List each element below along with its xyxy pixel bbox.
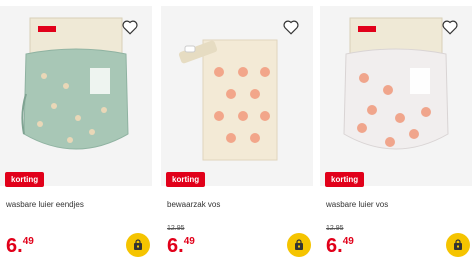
product-card[interactable]: korting wasbare luier eendjes 6.49 — [0, 0, 152, 268]
product-name[interactable]: bewaarzak vos — [167, 200, 220, 209]
old-price: 12.95 — [167, 225, 185, 232]
product-image-tile[interactable]: korting — [0, 6, 152, 187]
add-to-cart-button[interactable] — [287, 233, 311, 257]
wet-bag-foxes-image — [178, 39, 278, 161]
product-price: 6.49 — [326, 235, 354, 257]
product-image-tile[interactable]: korting — [320, 6, 472, 187]
product-name[interactable]: wasbare luier vos — [326, 200, 388, 209]
shopping-bag-icon — [134, 239, 142, 250]
heart-icon[interactable] — [281, 18, 301, 38]
diaper-ducks-image — [21, 17, 129, 150]
product-price: 6.49 — [167, 235, 195, 257]
product-card[interactable]: korting wasbare luier vos 12.95 6.49 — [320, 0, 472, 268]
add-to-cart-button[interactable] — [446, 233, 470, 257]
product-name[interactable]: wasbare luier eendjes — [6, 200, 84, 209]
heart-icon[interactable] — [440, 18, 460, 38]
heart-icon[interactable] — [120, 18, 140, 38]
product-image-tile[interactable]: korting — [161, 6, 313, 187]
product-price: 6.49 — [6, 235, 34, 257]
shopping-bag-icon — [295, 239, 303, 250]
discount-badge: korting — [5, 172, 45, 187]
shopping-bag-icon — [454, 239, 462, 250]
product-card[interactable]: korting bewaarzak vos 12.95 6.49 — [161, 0, 313, 268]
diaper-foxes-image — [343, 17, 449, 150]
add-to-cart-button[interactable] — [126, 233, 150, 257]
old-price: 12.95 — [326, 225, 344, 232]
discount-badge: korting — [166, 172, 206, 187]
discount-badge: korting — [325, 172, 365, 187]
